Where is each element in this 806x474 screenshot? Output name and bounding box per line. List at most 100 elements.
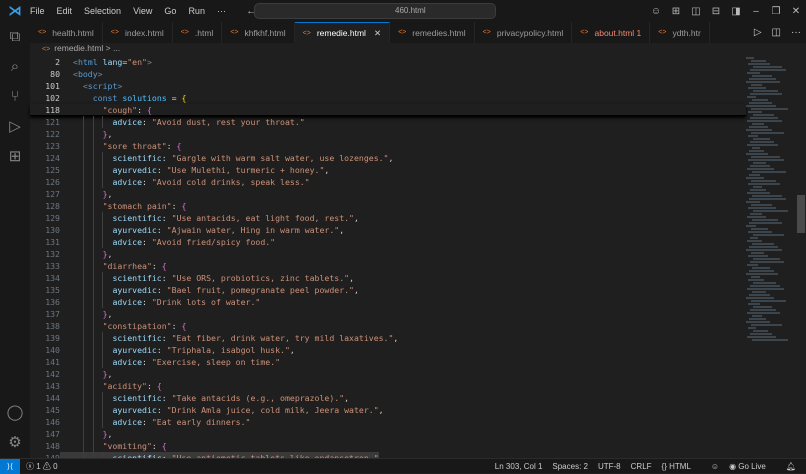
code-text: scientific: "Use ORS, probiotics, zinc t… (60, 272, 354, 284)
tab-7[interactable]: <> about.html 1 (572, 22, 651, 43)
warning-count: 0 (53, 461, 58, 471)
line-number: 137 (45, 309, 60, 319)
menu-item-5[interactable]: Run (188, 6, 205, 16)
restore-button[interactable]: ❐ (766, 6, 786, 17)
code-line: 2 <html lang="en"> (30, 56, 746, 68)
code-token: : (156, 345, 167, 355)
indent-guide (82, 368, 84, 380)
indent-guide (92, 392, 94, 404)
copilot-status-icon[interactable]: ☺ (711, 462, 719, 471)
run-icon[interactable]: ▷ (754, 27, 762, 38)
more-actions-icon[interactable]: ··· (791, 27, 801, 38)
close-tab-icon[interactable]: ✕ (374, 28, 381, 39)
line-number: 136 (45, 297, 60, 307)
code-token: > (97, 69, 103, 79)
code-token: scientific (112, 273, 162, 283)
toggle-panel-icon[interactable]: ⊟ (706, 6, 726, 17)
code-token: ayurvedic (112, 285, 157, 295)
tab-8[interactable]: <> ydth.htr (650, 22, 710, 43)
encoding[interactable]: UTF-8 (598, 462, 621, 471)
code-token: : (142, 297, 152, 307)
end-of-line[interactable]: CRLF (631, 462, 652, 471)
indent-guide (92, 212, 94, 224)
code-token: advice (112, 297, 143, 307)
toggle-sidebar-icon[interactable]: ◫ (686, 6, 706, 17)
code-token: , (349, 273, 354, 283)
code-editor[interactable]: 2 <html lang="en"> 80 <body> 101 <script> 102… (30, 56, 746, 464)
minimap[interactable] (746, 56, 792, 458)
minimap-line (746, 273, 778, 275)
tab-2[interactable]: <> .html (173, 22, 223, 43)
tab-6[interactable]: <> privacypolicy.html (475, 22, 573, 43)
menu-item-3[interactable]: View (133, 6, 152, 16)
indent-guide (102, 404, 104, 416)
code-text: <script> (60, 80, 122, 92)
code-token: ayurvedic (112, 345, 157, 355)
minimap-line (753, 234, 784, 236)
breadcrumb-path[interactable]: remedie.html > ... (54, 43, 120, 53)
code-token: , (339, 225, 345, 235)
split-editor-icon[interactable]: ◫ (772, 27, 781, 38)
settings-gear-icon[interactable]: ⚙ (0, 428, 30, 458)
language-mode[interactable]: {} HTML (662, 462, 701, 471)
tab-5[interactable]: <> remedies.html (390, 22, 475, 43)
minimize-button[interactable]: – (746, 6, 766, 17)
source-control-icon[interactable]: ⑂ (0, 82, 30, 112)
run-debug-icon[interactable]: ▷ (0, 112, 30, 142)
remote-icon[interactable]: ⟩⟨ (0, 458, 20, 474)
menu-item-4[interactable]: Go (164, 6, 176, 16)
indent-guide (82, 224, 84, 236)
indent-guide (82, 428, 84, 440)
tab-0[interactable]: <> health.html (30, 22, 103, 43)
code-token: "Eat fiber, drink water, try mild laxati… (171, 333, 394, 343)
toggle-secondary-sidebar-icon[interactable]: ◨ (726, 6, 746, 17)
indent-guide (92, 296, 94, 308)
minimap-line (751, 156, 780, 158)
line-number: 125 (45, 165, 60, 175)
code-token: , (289, 345, 295, 355)
indent-guide (102, 296, 104, 308)
line-number: 144 (45, 393, 60, 403)
minimap-line (751, 228, 768, 230)
html-file-icon: <> (658, 29, 667, 36)
search-icon[interactable]: ⌕ (0, 52, 30, 82)
command-center-search[interactable]: 460.html (254, 3, 496, 19)
minimap-line (752, 339, 788, 341)
minimap-line (748, 135, 758, 137)
indentation[interactable]: Spaces: 2 (552, 462, 588, 471)
menu-item-2[interactable]: Selection (84, 6, 121, 16)
vertical-scrollbar[interactable] (797, 195, 805, 233)
menu-item-6[interactable]: ··· (217, 6, 226, 16)
code-token: , (344, 393, 350, 403)
line-number: 148 (45, 441, 60, 451)
code-token: const (92, 93, 118, 103)
tab-1[interactable]: <> index.html (103, 22, 173, 43)
menu-item-1[interactable]: Edit (57, 6, 73, 16)
code-token: : (171, 201, 182, 211)
extensions-icon[interactable]: ⊞ (0, 142, 30, 172)
indent-guide (102, 416, 104, 428)
code-token: html (77, 57, 98, 67)
explorer-icon[interactable]: ⧉ (0, 22, 30, 52)
code-token: "Use Mulethi, turmeric + honey." (166, 165, 325, 175)
customize-layout-icon[interactable]: ⊞ (666, 6, 686, 17)
minimap-line (747, 96, 756, 98)
code-line: 141 advice: "Exercise, sleep on time." (30, 356, 746, 368)
tab-4[interactable]: <> remedie.html ✕ (294, 22, 391, 43)
cursor-position[interactable]: Ln 303, Col 1 (495, 462, 543, 471)
close-window-button[interactable]: ✕ (786, 6, 806, 17)
indent-guide (102, 344, 104, 356)
code-token: ayurvedic (112, 225, 157, 235)
problems-indicator[interactable]: ⓧ 1 ⚠ 0 (26, 461, 58, 472)
go-live-button[interactable]: ◉ Go Live (729, 462, 776, 471)
minimap-line (748, 159, 784, 161)
line-number: 131 (45, 237, 60, 247)
copilot-icon[interactable]: ☺ (646, 6, 666, 17)
code-token: : (142, 417, 152, 427)
minimap-line (752, 99, 768, 101)
code-token: advice (112, 177, 143, 187)
notifications-bell-icon[interactable]: 🔔︎ (786, 462, 796, 471)
menu-item-0[interactable]: File (30, 6, 45, 16)
account-icon[interactable]: ◯ (0, 398, 30, 428)
tab-3[interactable]: <> khfkhf.html (222, 22, 295, 43)
